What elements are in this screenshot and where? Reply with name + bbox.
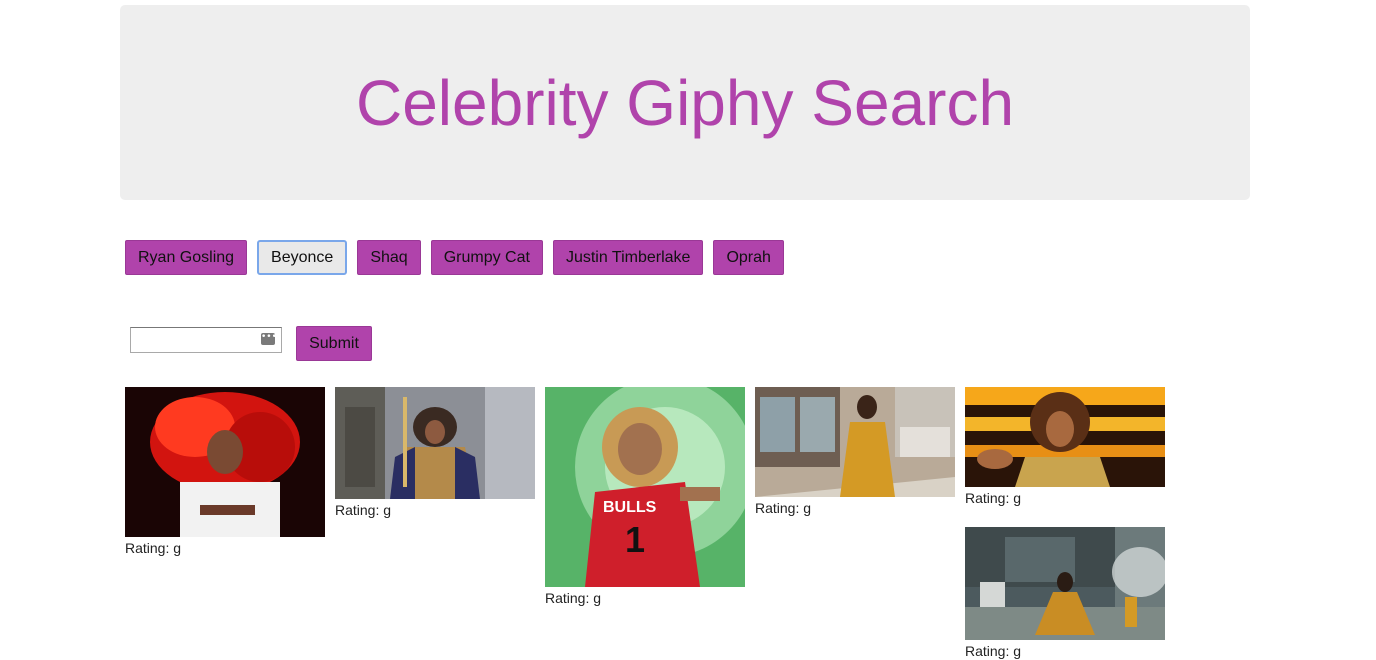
rating-label: Rating: g [965, 490, 1022, 506]
rating-label: Rating: g [125, 540, 182, 556]
ellipsis-key-icon[interactable]: ••• [261, 333, 277, 345]
gif-image[interactable]: BULLS 1 [545, 387, 745, 587]
submit-button[interactable]: Submit [296, 326, 372, 361]
gif-result: Rating: g [125, 387, 325, 557]
gif-image[interactable] [335, 387, 535, 499]
gif-image[interactable] [755, 387, 955, 497]
page-title: Celebrity Giphy Search [355, 66, 1015, 139]
gif-result: Rating: g [335, 387, 535, 519]
celebrity-button-row: Ryan Gosling Beyonce Shaq Grumpy Cat Jus… [125, 240, 794, 275]
rating-label: Rating: g [335, 502, 392, 518]
gif-image[interactable] [965, 527, 1165, 640]
gif-result: Rating: g [965, 527, 1165, 660]
celebrity-button-oprah[interactable]: Oprah [713, 240, 784, 275]
svg-text:BULLS: BULLS [603, 499, 657, 516]
gif-image[interactable] [125, 387, 325, 537]
celebrity-button-beyonce[interactable]: Beyonce [257, 240, 348, 275]
rating-label: Rating: g [965, 643, 1022, 659]
gif-image[interactable] [965, 387, 1165, 487]
celebrity-button-justin-timberlake[interactable]: Justin Timberlake [552, 240, 704, 275]
rating-label: Rating: g [755, 500, 812, 516]
celebrity-button-grumpy-cat[interactable]: Grumpy Cat [430, 240, 543, 275]
svg-text:1: 1 [625, 519, 645, 560]
jumbotron: Celebrity Giphy Search [120, 5, 1250, 200]
gif-result: BULLS 1 Rating: g [545, 387, 745, 607]
rating-label: Rating: g [545, 590, 602, 606]
gif-result: Rating: g [965, 387, 1165, 507]
gif-result: Rating: g [755, 387, 955, 517]
celebrity-button-ryan-gosling[interactable]: Ryan Gosling [125, 240, 248, 275]
celebrity-button-shaq[interactable]: Shaq [357, 240, 421, 275]
search-input[interactable]: ••• [130, 327, 282, 353]
